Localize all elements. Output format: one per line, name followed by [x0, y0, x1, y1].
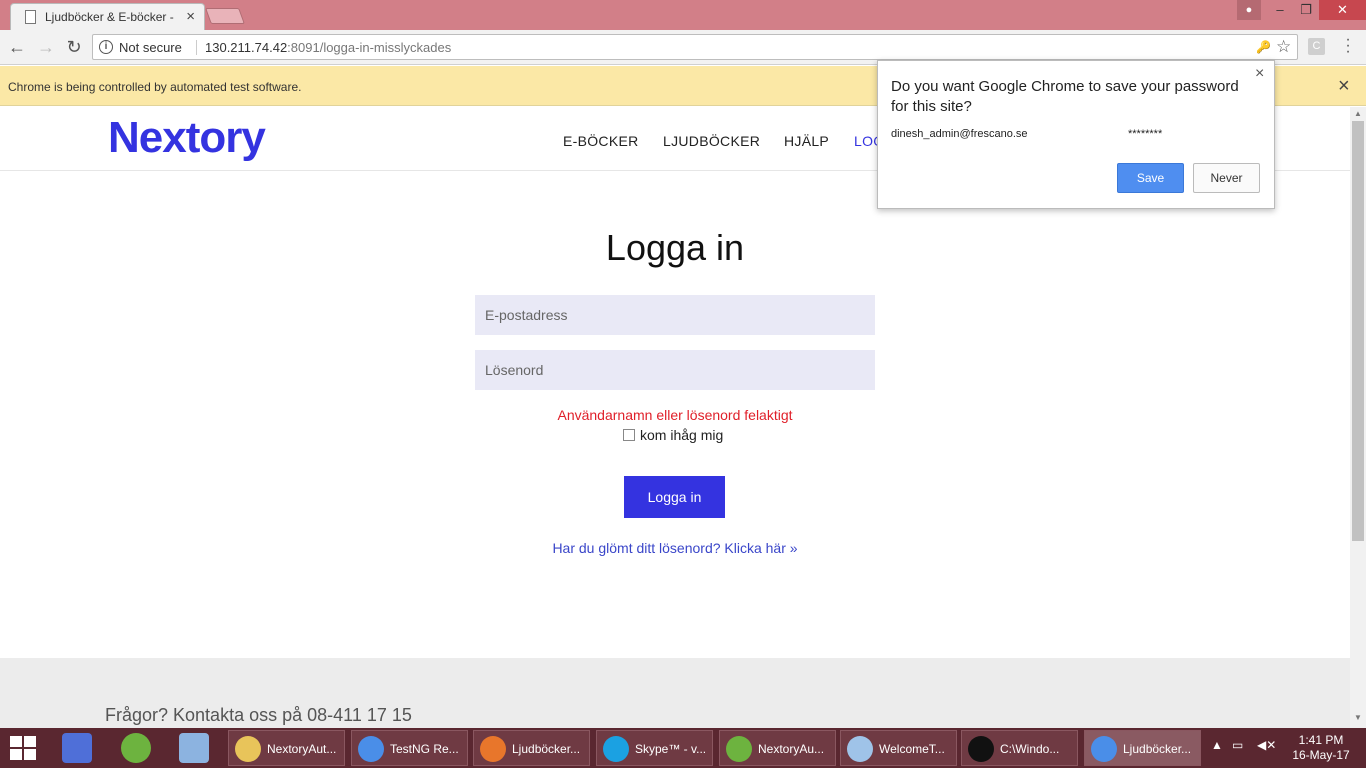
spring-icon: [726, 736, 752, 762]
folder-icon: [235, 736, 261, 762]
firefox-icon: [480, 736, 506, 762]
clock-time: 1:41 PM: [1298, 733, 1344, 747]
windows-start-icon[interactable]: [10, 736, 38, 760]
nav-help[interactable]: HJÄLP: [784, 133, 829, 149]
never-button[interactable]: Never: [1193, 163, 1260, 193]
bookmark-star-icon[interactable]: ☆: [1276, 37, 1291, 57]
email-field[interactable]: [475, 295, 875, 335]
tray-arrow-icon[interactable]: ▲: [1211, 738, 1223, 752]
skype-icon: [603, 736, 629, 762]
taskbar-button[interactable]: Ljudböcker...: [1084, 730, 1201, 766]
dialog-close-icon[interactable]: ×: [1255, 65, 1264, 83]
taskbar-button-label: Skype™ - v...: [635, 742, 707, 756]
browser-title-bar: Ljudböcker & E-böcker - × ● – ❐ ✕: [0, 0, 1366, 30]
page-scrollbar[interactable]: ▲ ▼: [1350, 107, 1366, 728]
nextory-logo[interactable]: Nextory: [108, 113, 266, 163]
page-icon: [25, 10, 36, 24]
tab-close-icon[interactable]: ×: [186, 8, 195, 25]
remember-checkbox[interactable]: [623, 429, 635, 441]
forward-arrow-icon[interactable]: →: [35, 36, 57, 58]
user-profile-icon[interactable]: ●: [1237, 0, 1261, 20]
minimize-icon[interactable]: –: [1267, 0, 1293, 20]
taskbar-button[interactable]: TestNG Re...: [351, 730, 468, 766]
address-divider: [196, 40, 197, 55]
network-tool-icon[interactable]: [62, 733, 92, 763]
system-clock[interactable]: 1:41 PM 16-May-17: [1286, 733, 1356, 763]
taskbar-button[interactable]: Ljudböcker...: [473, 730, 590, 766]
taskbar-button[interactable]: C:\Windo...: [961, 730, 1078, 766]
login-error-message: Användarnamn eller lösenord felaktigt: [557, 407, 793, 423]
remember-label: kom ihåg mig: [640, 427, 724, 443]
taskbar-button-label: Ljudböcker...: [512, 742, 581, 756]
save-password-prompt: Do you want Google Chrome to save your p…: [891, 78, 1239, 115]
scroll-thumb[interactable]: [1352, 121, 1364, 541]
address-bar[interactable]: i Not secure 130.211.74.42:8091/logga-in…: [92, 34, 1298, 60]
taskbar-button-label: NextoryAu...: [758, 742, 825, 756]
window-close-icon[interactable]: ✕: [1319, 0, 1366, 20]
url-host: 130.211.74.42: [205, 40, 288, 55]
taskbar-button-label: WelcomeT...: [879, 742, 945, 756]
password-field[interactable]: [475, 350, 875, 390]
maximize-icon[interactable]: ❐: [1293, 0, 1319, 20]
taskbar-button[interactable]: Skype™ - v...: [596, 730, 713, 766]
saved-username: dinesh_admin@frescano.se: [891, 128, 1028, 140]
clock-date: 16-May-17: [1292, 748, 1350, 762]
volume-muted-icon[interactable]: ◀✕: [1257, 738, 1276, 752]
chrome-icon: [1091, 736, 1117, 762]
taskbar-button-label: Ljudböcker...: [1123, 742, 1192, 756]
windows-taskbar: NextoryAut... TestNG Re... Ljudböcker... Sk…: [0, 728, 1366, 768]
footer-contact-text: Frågor? Kontakta oss på 08-411 17 15: [105, 705, 412, 725]
spring-tool-icon[interactable]: [121, 733, 151, 763]
taskbar-button-label: C:\Windo...: [1000, 742, 1060, 756]
reload-icon[interactable]: ↻: [63, 36, 85, 58]
url-text[interactable]: 130.211.74.42:8091/logga-in-misslyckades: [205, 40, 451, 55]
scroll-up-icon[interactable]: ▲: [1354, 109, 1362, 118]
new-tab-button[interactable]: [205, 8, 245, 24]
taskbar-button-label: NextoryAut...: [267, 742, 337, 756]
key-icon[interactable]: 🔑: [1256, 40, 1271, 54]
network-status-icon[interactable]: ▭: [1232, 738, 1243, 752]
extension-icon[interactable]: C: [1308, 38, 1325, 55]
infobar-text: Chrome is being controlled by automated …: [8, 80, 302, 94]
notepad-icon: [847, 736, 873, 762]
remote-desktop-icon[interactable]: [179, 733, 209, 763]
taskbar-button[interactable]: NextoryAu...: [719, 730, 836, 766]
nav-ebooks[interactable]: E-BÖCKER: [563, 133, 639, 149]
page-title: Logga in: [605, 227, 745, 268]
login-button[interactable]: Logga in: [624, 476, 725, 518]
browser-tab[interactable]: Ljudböcker & E-böcker - ×: [10, 3, 205, 30]
site-footer: Frågor? Kontakta oss på 08-411 17 15: [0, 658, 1350, 728]
back-arrow-icon[interactable]: ←: [6, 36, 28, 58]
save-button[interactable]: Save: [1117, 163, 1184, 193]
cmd-icon: [968, 736, 994, 762]
saved-password: ********: [1128, 128, 1163, 140]
remember-me[interactable]: kom ihåg mig: [623, 427, 723, 443]
infobar-close-icon[interactable]: ×: [1338, 75, 1350, 98]
chrome-icon: [358, 736, 384, 762]
forgot-password-link[interactable]: Har du glömt ditt lösenord? Klicka här »: [0, 540, 1350, 556]
menu-dots-icon[interactable]: · · ·: [1344, 32, 1352, 60]
taskbar-button-label: TestNG Re...: [390, 742, 459, 756]
security-label[interactable]: Not secure: [119, 40, 182, 55]
scroll-down-icon[interactable]: ▼: [1354, 713, 1362, 722]
nav-audiobooks[interactable]: LJUDBÖCKER: [663, 133, 760, 149]
info-icon[interactable]: i: [99, 40, 113, 54]
taskbar-button[interactable]: NextoryAut...: [228, 730, 345, 766]
tab-title: Ljudböcker & E-böcker -: [45, 10, 174, 24]
save-password-dialog: Do you want Google Chrome to save your p…: [877, 60, 1275, 209]
url-path: :8091/logga-in-misslyckades: [287, 40, 452, 55]
taskbar-button[interactable]: WelcomeT...: [840, 730, 957, 766]
